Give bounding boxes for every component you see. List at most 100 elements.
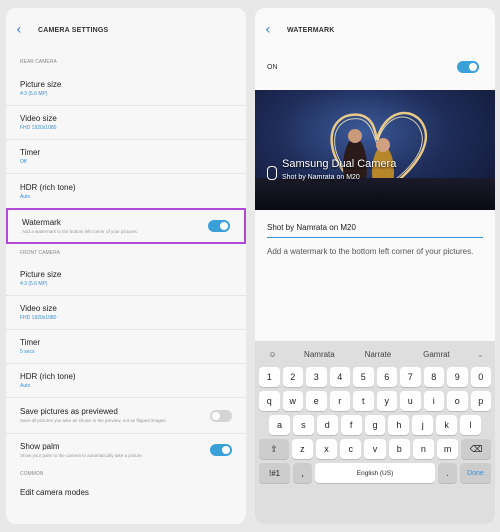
emoji-icon[interactable]: ☺: [255, 350, 290, 359]
item-title: Video size: [20, 304, 57, 313]
keyboard: ☺ Namrata Narrate Gamrat ⌄ 1 2 3 4 5 6 7…: [255, 341, 495, 524]
key[interactable]: y: [376, 391, 397, 411]
camera-settings-panel: ‹ CAMERA SETTINGS REAR CAMERA Picture si…: [6, 8, 246, 524]
front-picture-size-item[interactable]: Picture size 4:3 (5.6 MP): [6, 262, 246, 296]
item-value: Auto: [20, 383, 31, 389]
key[interactable]: q: [259, 391, 280, 411]
item-title: Show palm: [20, 441, 60, 451]
period-key[interactable]: .: [437, 463, 457, 483]
key[interactable]: 8: [423, 367, 444, 387]
page-title: WATERMARK: [287, 26, 335, 34]
rear-picture-size-item[interactable]: Picture size 4:3 (5.6 MP): [6, 72, 246, 106]
chevron-down-icon[interactable]: ⌄: [466, 350, 495, 359]
key[interactable]: z: [291, 439, 313, 459]
item-title: Save pictures as previewed: [20, 407, 118, 416]
key[interactable]: n: [412, 439, 435, 459]
item-value: FHD 1920x1080: [20, 125, 57, 131]
key[interactable]: 9: [447, 367, 468, 387]
item-value: FHD 1920x1080: [20, 315, 57, 321]
space-key[interactable]: English (US): [315, 463, 435, 483]
item-title: Timer: [20, 338, 41, 347]
suggestion-bar: ☺ Namrata Narrate Gamrat ⌄: [255, 341, 495, 367]
back-chevron-icon[interactable]: ‹: [16, 22, 28, 38]
key[interactable]: r: [329, 391, 350, 411]
item-description: Add a watermark to the bottom left corne…: [22, 228, 139, 234]
key[interactable]: 1: [259, 367, 280, 387]
show-palm-toggle[interactable]: [210, 444, 232, 456]
front-timer-item[interactable]: Timer 5 secs: [6, 330, 246, 364]
key[interactable]: f: [340, 415, 362, 435]
item-description: Show your palm to the camera to automati…: [20, 452, 144, 458]
preview-photo: [255, 90, 495, 210]
watermark-text-input[interactable]: Shot by Namrata on M20: [267, 218, 483, 238]
key[interactable]: p: [470, 391, 491, 411]
key[interactable]: i: [423, 391, 444, 411]
key[interactable]: m: [437, 439, 459, 459]
key[interactable]: c: [340, 439, 362, 459]
key[interactable]: 0: [470, 367, 491, 387]
watermark-header: ‹ WATERMARK: [255, 8, 495, 52]
key[interactable]: k: [436, 415, 458, 435]
item-title: Watermark: [22, 217, 61, 227]
front-video-size-item[interactable]: Video size FHD 1920x1080: [6, 296, 246, 330]
key[interactable]: e: [306, 391, 327, 411]
key[interactable]: 5: [353, 367, 374, 387]
qwerty-row: q w e r t y u i o p: [255, 391, 495, 411]
key[interactable]: u: [400, 391, 421, 411]
rear-hdr-item[interactable]: HDR (rich tone) Auto: [6, 174, 246, 208]
suggestion-1[interactable]: Namrata: [290, 350, 349, 359]
camera-settings-header: ‹ CAMERA SETTINGS: [6, 8, 246, 52]
number-row: 1 2 3 4 5 6 7 8 9 0: [255, 367, 495, 387]
item-value: Off: [20, 159, 27, 165]
section-common: COMMON: [20, 471, 44, 477]
key[interactable]: o: [447, 391, 468, 411]
zxcv-row: ⇧ z x c v b n m ⌫: [255, 439, 495, 459]
samsung-camera-logo-icon: [267, 166, 277, 180]
key[interactable]: d: [316, 415, 338, 435]
key[interactable]: t: [353, 391, 374, 411]
shift-icon[interactable]: ⇧: [259, 439, 289, 459]
symbols-key[interactable]: !#1: [259, 463, 291, 483]
on-label: ON: [267, 63, 278, 71]
watermark-on-row[interactable]: ON: [255, 52, 495, 82]
key[interactable]: a: [269, 415, 290, 435]
key[interactable]: s: [292, 415, 314, 435]
key[interactable]: l: [460, 415, 482, 435]
front-hdr-item[interactable]: HDR (rich tone) Auto: [6, 364, 246, 398]
back-chevron-icon[interactable]: ‹: [265, 22, 277, 38]
item-value: 4:3 (5.6 MP): [20, 91, 48, 97]
key[interactable]: 7: [400, 367, 421, 387]
edit-camera-modes-item[interactable]: Edit camera modes: [6, 482, 246, 502]
section-front-camera: FRONT CAMERA: [20, 250, 60, 256]
key[interactable]: 2: [282, 367, 303, 387]
key[interactable]: b: [388, 439, 410, 459]
item-value: 5 secs: [20, 349, 35, 355]
done-button[interactable]: Done: [459, 463, 491, 483]
key[interactable]: x: [315, 439, 338, 459]
suggestion-3[interactable]: Gamrat: [407, 350, 466, 359]
item-title: HDR (rich tone): [20, 182, 76, 192]
key[interactable]: 4: [329, 367, 350, 387]
item-title: Picture size: [20, 80, 62, 89]
comma-key[interactable]: ,: [293, 463, 313, 483]
rear-video-size-item[interactable]: Video size FHD 1920x1080: [6, 106, 246, 140]
watermark-item[interactable]: Watermark Add a watermark to the bottom …: [6, 208, 246, 244]
rear-timer-item[interactable]: Timer Off: [6, 140, 246, 174]
item-value: 4:3 (5.6 MP): [20, 281, 48, 287]
save-pictures-toggle[interactable]: [210, 409, 232, 422]
key[interactable]: j: [412, 415, 434, 435]
show-palm-item[interactable]: Show palm Show your palm to the camera t…: [6, 434, 246, 466]
key[interactable]: 6: [376, 367, 397, 387]
watermark-toggle[interactable]: [208, 220, 230, 232]
item-title: HDR (rich tone): [20, 372, 76, 381]
key[interactable]: g: [364, 415, 386, 435]
suggestion-2[interactable]: Narrate: [349, 350, 408, 359]
key[interactable]: h: [388, 415, 410, 435]
page-title: CAMERA SETTINGS: [38, 26, 109, 34]
watermark-master-toggle[interactable]: [457, 61, 479, 73]
key[interactable]: 3: [306, 367, 327, 387]
key[interactable]: w: [282, 391, 303, 411]
save-pictures-item[interactable]: Save pictures as previewed Save all pict…: [6, 398, 246, 434]
key[interactable]: v: [364, 439, 386, 459]
backspace-icon[interactable]: ⌫: [461, 439, 491, 459]
